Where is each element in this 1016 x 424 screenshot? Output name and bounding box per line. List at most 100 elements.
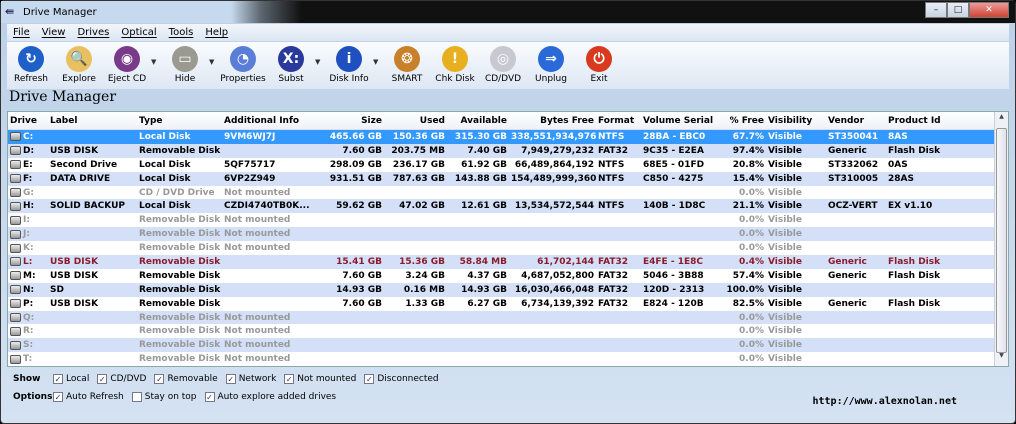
column-header-type[interactable]: Type	[137, 116, 222, 126]
close-button[interactable]: ✕	[969, 2, 1009, 18]
column-header-drive[interactable]: Drive	[8, 116, 48, 126]
checkbox-box[interactable]	[131, 392, 142, 402]
website-link[interactable]: http://www.alexnolan.net	[813, 396, 958, 407]
exit-button[interactable]: ⏻ Exit	[575, 42, 623, 84]
table-row[interactable]: Q: Removable Disk Not mounted 0.0% Visible	[8, 310, 1008, 325]
vertical-scrollbar[interactable]: ▲ ▼	[994, 112, 1008, 366]
checkbox-box[interactable]: ✓	[53, 374, 63, 384]
table-row[interactable]: H: SOLID BACKUP Local Disk CZDI4740TB0K... 5…	[8, 199, 1008, 214]
checkbox-auto-explore-added-drives[interactable]: ✓ Auto explore added drives	[204, 392, 336, 402]
table-row[interactable]: D: USB DISK Removable Disk 7.60 GB 203.75 MB…	[8, 143, 1008, 158]
menu-file[interactable]: File	[13, 27, 30, 38]
drive-letter: P:	[23, 298, 34, 309]
dropdown-arrow-icon[interactable]: ▼	[209, 42, 219, 66]
cell-vendor: Generic	[828, 270, 867, 281]
table-row[interactable]: J: Removable Disk Not mounted 0.0% Visible	[8, 227, 1008, 242]
table-row[interactable]: K: Removable Disk Not mounted 0.0% Visible	[8, 241, 1008, 255]
unplug-button[interactable]: ⇒ Unplug	[527, 42, 575, 84]
cell-used: 1.33 GB	[405, 298, 445, 309]
drive-icon	[10, 326, 21, 336]
cell-bytes-free: 16,030,466,048	[514, 284, 594, 295]
menu-help[interactable]: Help	[205, 27, 228, 38]
checkbox-removable[interactable]: ✓ Removable	[154, 374, 218, 384]
column-header-product-id[interactable]: Product Id	[886, 116, 986, 126]
explore-button[interactable]: 🔍 Explore	[55, 42, 103, 84]
checkbox-disconnected[interactable]: ✓ Disconnected	[364, 374, 439, 384]
column-header-bytes-free[interactable]: Bytes Free	[509, 116, 596, 126]
cell-product-id: 28AS	[888, 173, 914, 184]
table-row[interactable]: T: Removable Disk Not mounted 0.0% Visible	[8, 352, 1008, 366]
cd-dvd-button[interactable]: ◎ CD/DVD	[479, 42, 527, 84]
toolbar-label: Properties	[220, 74, 266, 84]
cell--free: 0.0%	[739, 243, 764, 254]
eject-cd-button[interactable]: ◉ Eject CD	[103, 42, 151, 84]
column-header-label[interactable]: Label	[48, 116, 137, 126]
table-row[interactable]: P: USB DISK Removable Disk 7.60 GB 1.33 GB 6.…	[8, 297, 1008, 311]
minimize-button[interactable]: –	[925, 2, 947, 18]
column-header-format[interactable]: Format	[596, 116, 641, 126]
column-header-used[interactable]: Used	[384, 116, 447, 126]
hide-button[interactable]: ▭ Hide	[161, 42, 209, 84]
checkbox-box[interactable]: ✓	[97, 374, 108, 384]
cell-visibility: Visible	[768, 354, 802, 365]
toolbar-label: Unplug	[535, 74, 567, 84]
refresh-button[interactable]: ↻ Refresh	[7, 42, 55, 84]
disk-info-button[interactable]: i Disk Info	[325, 42, 373, 84]
column-header-volume-serial[interactable]: Volume Serial	[641, 116, 716, 126]
table-row[interactable]: E: Second Drive Local Disk 5QF75717 298.09 G…	[8, 158, 1008, 172]
table-row[interactable]: I: Removable Disk Not mounted 0.0% Visible	[8, 213, 1008, 227]
checkbox-box[interactable]: ✓	[364, 374, 375, 384]
table-row[interactable]: N: SD Removable Disk 14.93 GB 0.16 MB 14.93 G…	[8, 282, 1008, 297]
scroll-up-arrow-icon[interactable]: ▲	[995, 113, 1008, 126]
cell-bytes-free: 6,734,139,392	[521, 298, 594, 309]
checkbox-network[interactable]: ✓ Network	[225, 374, 276, 384]
cell-volume-serial: 120D - 2313	[643, 284, 705, 295]
checkbox-box[interactable]: ✓	[154, 374, 165, 384]
table-row[interactable]: C: Local Disk 9VM6WJ7J 465.66 GB 150.36 GB 31…	[8, 130, 1008, 144]
table-row[interactable]: R: Removable Disk Not mounted 0.0% Visible	[8, 324, 1008, 338]
smart-button[interactable]: ❂ SMART	[383, 42, 431, 84]
checkbox-cd-dvd[interactable]: ✓ CD/DVD	[97, 374, 146, 384]
subst-button[interactable]: X: Subst	[267, 42, 315, 84]
cell-used: 47.02 GB	[399, 201, 445, 212]
column-header--free[interactable]: % Free	[716, 116, 766, 126]
checkbox-box[interactable]: ✓	[204, 392, 215, 402]
checkbox-box[interactable]: ✓	[284, 374, 295, 384]
checkbox-label: Not mounted	[297, 374, 357, 384]
column-header-size[interactable]: Size	[314, 116, 384, 126]
table-row[interactable]: L: USB DISK Removable Disk 15.41 GB 15.36 GB…	[8, 255, 1008, 269]
checkbox-local[interactable]: ✓ Local	[53, 374, 89, 384]
table-row[interactable]: M: USB DISK Removable Disk 7.60 GB 3.24 GB 4.…	[8, 269, 1008, 283]
cell-vendor: ST332062	[828, 159, 879, 170]
checkbox-not-mounted[interactable]: ✓ Not mounted	[284, 374, 356, 384]
scroll-thumb[interactable]	[996, 128, 1007, 353]
cell-size: 15.41 GB	[336, 256, 382, 267]
cell-vendor: ST310005	[828, 173, 879, 184]
checkbox-box[interactable]: ✓	[225, 374, 236, 384]
dropdown-arrow-icon[interactable]: ▼	[315, 42, 325, 66]
column-header-available[interactable]: Available	[447, 116, 509, 126]
dropdown-arrow-icon[interactable]: ▼	[373, 42, 383, 66]
menu-drives[interactable]: Drives	[77, 27, 109, 38]
properties-button[interactable]: ◔ Properties	[219, 42, 267, 84]
table-header: Drive Label Type Additional Info Size Used Ava…	[8, 112, 1008, 130]
column-header-vendor[interactable]: Vendor	[826, 116, 886, 126]
table-row[interactable]: G: CD / DVD Drive Not mounted 0.0% Visible	[8, 186, 1008, 200]
scroll-down-arrow-icon[interactable]: ▼	[995, 352, 1008, 365]
checkbox-stay-on-top[interactable]: Stay on top	[131, 392, 197, 402]
maximize-button[interactable]: □	[947, 2, 969, 18]
dropdown-arrow-icon[interactable]: ▼	[151, 42, 161, 66]
table-row[interactable]: S: Removable Disk Not mounted 0.0% Visible	[8, 338, 1008, 353]
app-window: ⇚ Drive Manager – □ ✕ File View Drives Opti…	[0, 0, 1016, 424]
checkbox-auto-refresh[interactable]: ✓ Auto Refresh	[53, 392, 124, 402]
column-header-additional-info[interactable]: Additional Info	[222, 116, 314, 126]
drive-icon	[10, 271, 21, 281]
cell-size: 7.60 GB	[342, 298, 382, 309]
menu-view[interactable]: View	[42, 27, 66, 38]
menu-tools[interactable]: Tools	[169, 27, 194, 38]
column-header-visibility[interactable]: Visibility	[766, 116, 826, 126]
table-row[interactable]: F: DATA DRIVE Local Disk 6VP2Z949 931.51 GB 7…	[8, 171, 1008, 186]
checkbox-box[interactable]: ✓	[53, 392, 63, 402]
menu-optical[interactable]: Optical	[121, 27, 156, 38]
chk-disk-button[interactable]: ! Chk Disk	[431, 42, 479, 84]
